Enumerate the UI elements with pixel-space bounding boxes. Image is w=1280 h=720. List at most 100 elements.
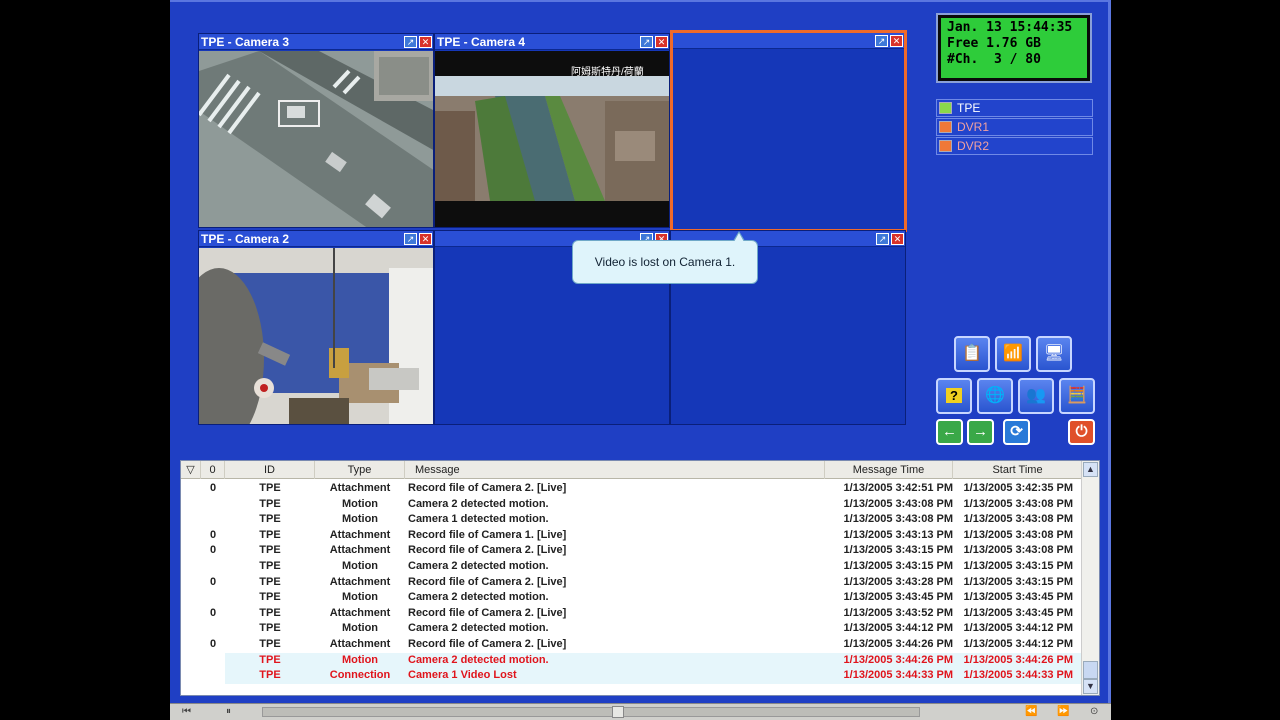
scheduler-button[interactable]: 📶	[995, 336, 1031, 372]
header-start-time[interactable]: Start Time	[953, 461, 1083, 479]
maximize-icon[interactable]: ↗	[404, 36, 417, 48]
cell-message: Camera 2 detected motion.	[408, 591, 549, 604]
cell-start-time: 1/13/2005 3:44:26 PM	[963, 653, 1073, 666]
refresh-button[interactable]: ⟳	[1003, 419, 1030, 445]
table-row[interactable]: 0 TPE Attachment Record file of Camera 2. […	[181, 606, 1081, 622]
refresh-icon: ⟳	[1010, 423, 1023, 440]
globe-button[interactable]: 🌐	[977, 378, 1013, 414]
playback-bar: ⏮ ⏸ ⏪ ⏩ ⊙	[170, 703, 1111, 720]
cell-id: TPE	[259, 513, 281, 526]
playback-thumb[interactable]	[612, 706, 624, 718]
users-button[interactable]: 👥	[1018, 378, 1054, 414]
cell-msg-time: 1/13/2005 3:43:52 PM	[843, 606, 953, 619]
cell-start-time: 1/13/2005 3:43:08 PM	[963, 497, 1073, 510]
header-type[interactable]: Type	[315, 461, 405, 479]
maximize-icon[interactable]: ↗	[876, 233, 889, 245]
table-row[interactable]: 0 TPE Attachment Record file of Camera 2. […	[181, 575, 1081, 591]
table-row[interactable]: 0 TPE Attachment Record file of Camera 2. […	[181, 543, 1081, 559]
help-icon: ?	[946, 388, 962, 403]
table-row[interactable]: TPE Motion Camera 2 detected motion. 1/13/2…	[181, 497, 1081, 513]
cell-type: Motion	[341, 622, 379, 635]
pause-icon[interactable]: ⏸	[226, 705, 231, 719]
settings-icon[interactable]: ⊙	[1090, 705, 1098, 719]
forward-button[interactable]: →	[967, 419, 994, 445]
close-icon[interactable]: ✕	[419, 233, 432, 245]
video-tile-camera-3[interactable]: TPE - Camera 3 ↗ ✕	[198, 33, 434, 228]
cell-id: TPE	[259, 559, 281, 572]
server-item-tpe[interactable]: TPE	[936, 99, 1093, 117]
help-button[interactable]: ?	[936, 378, 972, 414]
cell-start-time: 1/13/2005 3:43:15 PM	[963, 559, 1073, 572]
table-row[interactable]: TPE Connection Camera 1 Video Lost 1/13/200…	[181, 668, 1081, 684]
cell-msg-time: 1/13/2005 3:44:26 PM	[843, 637, 953, 650]
header-message-time[interactable]: Message Time	[825, 461, 953, 479]
maximize-icon[interactable]: ↗	[875, 35, 888, 47]
server-label: TPE	[957, 101, 981, 115]
header-attachment[interactable]: 0	[201, 461, 225, 479]
table-row[interactable]: TPE Motion Camera 2 detected motion. 1/13/2…	[181, 590, 1081, 606]
tooltip-tail-fill	[734, 233, 744, 242]
cell-message: Record file of Camera 2. [Live]	[408, 544, 567, 557]
rewind-icon[interactable]: ⏪	[1025, 705, 1037, 719]
video-tile-camera-2[interactable]: TPE - Camera 2 ↗ ✕	[198, 230, 434, 425]
close-icon[interactable]: ✕	[890, 35, 903, 47]
table-row[interactable]: TPE Motion Camera 2 detected motion. 1/13/2…	[181, 621, 1081, 637]
users-icon: 👥	[1026, 387, 1046, 404]
power-button[interactable]: ⏻	[1068, 419, 1095, 445]
server-item-dvr1[interactable]: DVR1	[936, 118, 1093, 136]
server-item-dvr2[interactable]: DVR2	[936, 137, 1093, 155]
video-tile-selected-empty[interactable]: ↗ ✕	[670, 30, 907, 232]
cell-msg-time: 1/13/2005 3:43:28 PM	[843, 575, 953, 588]
notes-button[interactable]: 📋	[954, 336, 990, 372]
cell-msg-time: 1/13/2005 3:44:12 PM	[843, 622, 953, 635]
close-icon[interactable]: ✕	[419, 36, 432, 48]
maximize-icon[interactable]: ↗	[404, 233, 417, 245]
tile-title: TPE - Camera 4	[437, 35, 526, 49]
scroll-thumb[interactable]	[1083, 661, 1098, 679]
cell-attach: 0	[209, 606, 217, 619]
table-row[interactable]: 0 TPE Attachment Record file of Camera 2. […	[181, 481, 1081, 497]
cell-type: Attachment	[329, 528, 391, 541]
header-message[interactable]: Message	[405, 461, 825, 479]
scroll-up-icon[interactable]: ▲	[1083, 462, 1098, 477]
header-flag[interactable]: ▽	[181, 461, 201, 479]
cell-start-time: 1/13/2005 3:44:12 PM	[963, 622, 1073, 635]
cell-start-time: 1/13/2005 3:43:08 PM	[963, 544, 1073, 557]
close-icon[interactable]: ✕	[655, 36, 668, 48]
network-button[interactable]: 🖥	[1036, 336, 1072, 372]
calculator-button[interactable]: 🧮	[1059, 378, 1095, 414]
cell-id: TPE	[259, 591, 281, 604]
cell-msg-time: 1/13/2005 3:43:15 PM	[843, 559, 953, 572]
playback-track[interactable]	[262, 707, 920, 717]
cell-type: Attachment	[329, 575, 391, 588]
cell-type: Attachment	[329, 544, 391, 557]
event-log-table[interactable]: ▽ 0 ID Type Message Message Time Start T…	[180, 460, 1100, 696]
skip-first-icon[interactable]: ⏮	[182, 705, 191, 719]
camera-feed-canal: 阿姆斯特丹/荷蘭	[435, 51, 669, 227]
table-row[interactable]: 0 TPE Attachment Record file of Camera 1. […	[181, 528, 1081, 544]
cell-msg-time: 1/13/2005 3:43:08 PM	[843, 513, 953, 526]
table-scrollbar[interactable]: ▲ ▼	[1081, 461, 1099, 695]
cell-message: Record file of Camera 2. [Live]	[408, 637, 567, 650]
table-body: 0 TPE Attachment Record file of Camera 2. […	[181, 481, 1081, 684]
maximize-icon[interactable]: ↗	[640, 36, 653, 48]
cell-msg-time: 1/13/2005 3:44:26 PM	[843, 653, 953, 666]
cell-type: Motion	[341, 559, 379, 572]
cell-id: TPE	[259, 482, 281, 494]
scroll-down-icon[interactable]: ▼	[1083, 679, 1098, 694]
header-id[interactable]: ID	[225, 461, 315, 479]
fast-forward-icon[interactable]: ⏩	[1057, 705, 1069, 719]
calculator-icon: 🧮	[1067, 387, 1087, 404]
table-row[interactable]: TPE Motion Camera 2 detected motion. 1/13/2…	[181, 559, 1081, 575]
close-icon[interactable]: ✕	[891, 233, 904, 245]
video-tile-camera-4[interactable]: TPE - Camera 4 ↗ ✕ 阿姆斯特丹/荷蘭	[434, 33, 670, 228]
status-datetime: Jan. 13 15:44:35	[947, 20, 1073, 35]
window-top-border	[170, 0, 1111, 2]
table-row[interactable]: 0 TPE Attachment Record file of Camera 2. […	[181, 637, 1081, 653]
back-button[interactable]: ←	[936, 419, 963, 445]
table-row[interactable]: TPE Motion Camera 1 detected motion. 1/13/2…	[181, 512, 1081, 528]
video-overlay-caption: 阿姆斯特丹/荷蘭	[571, 67, 644, 78]
cell-type: Motion	[341, 497, 379, 510]
cell-start-time: 1/13/2005 3:44:33 PM	[963, 669, 1073, 682]
table-row[interactable]: TPE Motion Camera 2 detected motion. 1/13/2…	[181, 652, 1081, 669]
